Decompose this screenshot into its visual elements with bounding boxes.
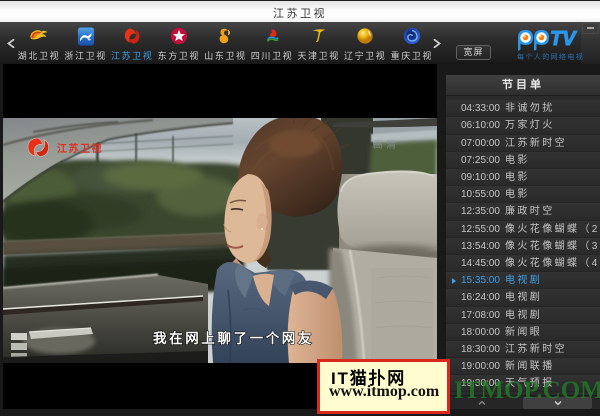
svg-text:高清: 高清: [373, 138, 399, 151]
svg-text:我在网上聊了一个网友: 我在网上聊了一个网友: [153, 330, 314, 346]
svg-text:每个人的网络电视: 每个人的网络电视: [517, 52, 584, 61]
svg-text:江苏卫视: 江苏卫视: [57, 142, 103, 155]
svg-text:TV: TV: [550, 28, 577, 50]
